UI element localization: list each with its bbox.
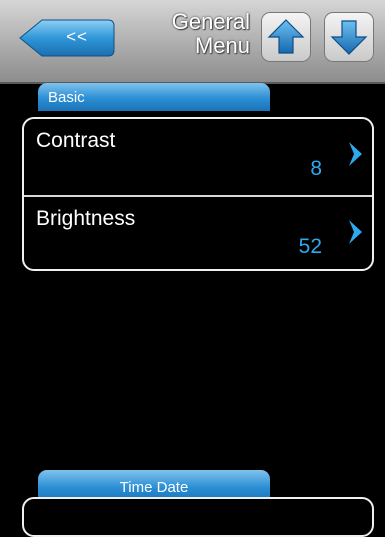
tab-time-date-label: Time Date [119,479,189,496]
setting-label: Brightness [36,207,136,230]
page-title: General Menu [172,10,250,58]
basic-settings-panel: Contrast 8 Brightness 52 [22,117,374,271]
scroll-up-button[interactable] [261,12,311,62]
tab-basic-label: Basic [48,89,85,106]
chevron-right-icon [349,220,362,244]
time-date-panel [22,497,374,537]
scroll-down-button[interactable] [324,12,374,62]
setting-row-contrast[interactable]: Contrast 8 [24,119,372,197]
header-bar: << General Menu [0,0,385,84]
setting-label: Contrast [36,129,116,152]
page-title-line2: Menu [194,33,250,58]
setting-value: 52 [298,235,322,258]
page-title-line1: General [171,9,250,34]
arrow-down-icon [330,20,368,55]
setting-row-brightness[interactable]: Brightness 52 [24,197,372,269]
arrow-up-icon [267,19,305,54]
tab-basic[interactable]: Basic [38,83,270,111]
back-button[interactable]: << [18,18,116,58]
setting-value: 8 [310,157,322,180]
chevron-right-icon [349,142,362,166]
back-button-label: << [66,27,88,46]
